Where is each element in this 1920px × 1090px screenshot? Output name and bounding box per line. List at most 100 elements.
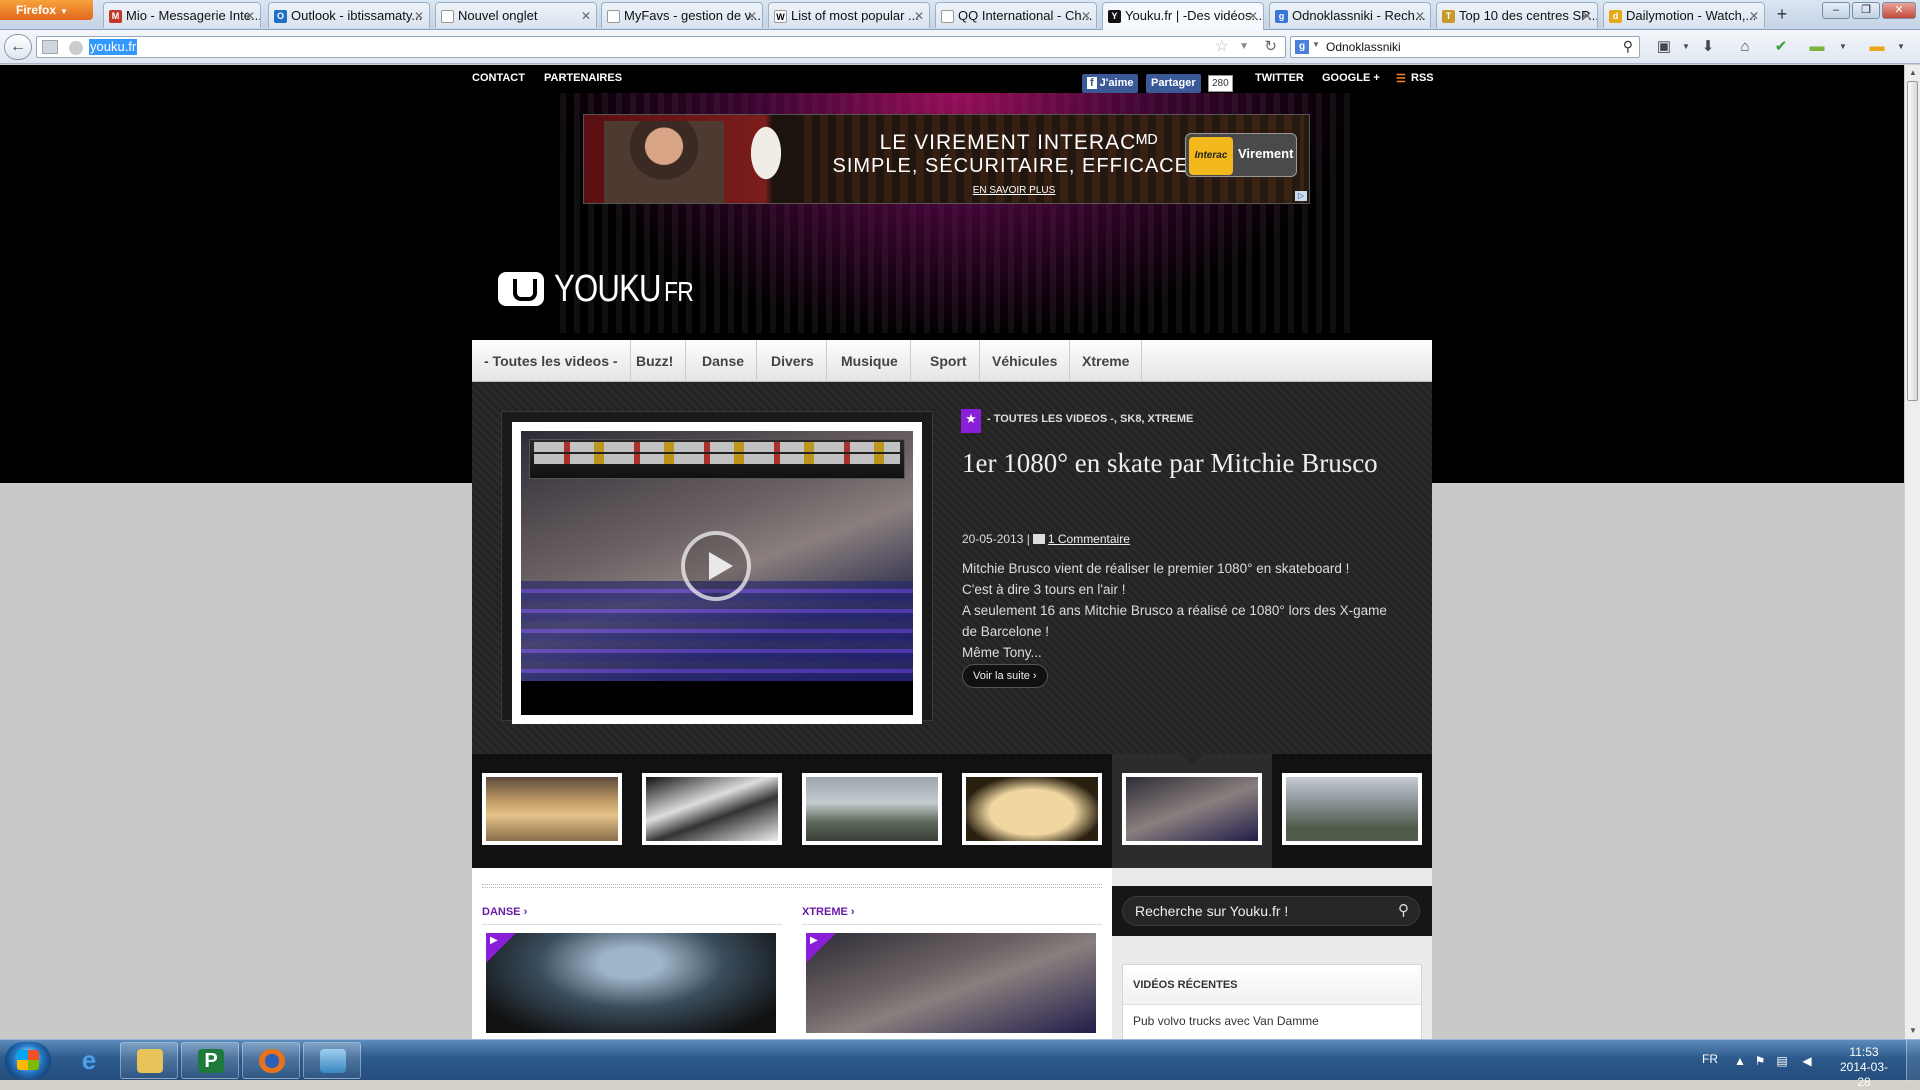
action-center-flag-icon[interactable]: ⚑	[1753, 1054, 1767, 1068]
browser-tab[interactable]: Nouvel onglet ✕	[435, 2, 597, 28]
nav-item-musique[interactable]: Musique	[829, 340, 911, 382]
browser-tab[interactable]: O Outlook - ibtissamaty... ✕	[268, 2, 430, 28]
addon-icon-orange[interactable]: ▬	[1866, 38, 1888, 56]
site-identity-icon[interactable]	[69, 41, 83, 55]
recent-video-link[interactable]: Pub volvo trucks avec Van Damme	[1123, 1005, 1421, 1037]
bookmarks-dropdown-icon[interactable]: ▼	[1675, 38, 1697, 56]
video-thumbnail[interactable]	[482, 773, 622, 845]
close-tab-icon[interactable]: ✕	[1081, 3, 1091, 28]
browser-tab-active[interactable]: Y Youku.fr | -Des vidéos... ✕	[1102, 2, 1264, 30]
search-icon[interactable]: ⚲	[1398, 897, 1409, 925]
browser-tab[interactable]: g Odnoklassniki - Rech... ✕	[1269, 2, 1431, 28]
taskbar-internet-explorer[interactable]: e	[60, 1042, 118, 1079]
browser-tab[interactable]: M Mio - Messagerie Inte... ✕	[103, 2, 261, 28]
partners-link[interactable]: PARTENAIRES	[544, 72, 622, 84]
featured-title[interactable]: 1er 1080° en skate par Mitchie Brusco	[962, 446, 1382, 480]
taskbar-app[interactable]	[303, 1042, 361, 1079]
search-icon[interactable]: ⚲	[1623, 38, 1633, 55]
close-tab-icon[interactable]: ✕	[1582, 3, 1592, 28]
close-tab-icon[interactable]: ✕	[1749, 3, 1759, 28]
ad-interac-button[interactable]: Interac Virement	[1185, 133, 1297, 177]
read-more-button[interactable]: Voir la suite ›	[962, 664, 1048, 688]
search-bar[interactable]: g ▼ Odnoklassniki ⚲	[1290, 36, 1640, 58]
nav-item-danse[interactable]: Danse	[690, 340, 758, 382]
close-tab-icon[interactable]: ✕	[1248, 3, 1258, 29]
xtreme-video-card[interactable]: ▶	[806, 933, 1096, 1033]
browser-tab[interactable]: W List of most popular ... ✕	[768, 2, 930, 28]
close-tab-icon[interactable]: ✕	[245, 3, 255, 28]
addon-icon[interactable]: ▬	[1806, 38, 1828, 56]
language-indicator[interactable]: FR	[1702, 1052, 1718, 1066]
back-button[interactable]: ←	[4, 34, 32, 60]
facebook-like-button[interactable]: f J'aime	[1082, 74, 1139, 93]
video-thumbnail[interactable]	[802, 773, 942, 845]
search-bar-value[interactable]: Odnoklassniki	[1326, 40, 1401, 54]
addon-dropdown-icon[interactable]: ▼	[1890, 38, 1912, 56]
browser-tab[interactable]: QQ International - Ch... ✕	[935, 2, 1097, 28]
featured-categories[interactable]: - TOUTES LES VIDEOS -, SK8, XTREME	[987, 413, 1193, 425]
danse-section-heading[interactable]: DANSE ›	[482, 906, 527, 918]
danse-video-card[interactable]: ▶	[486, 933, 776, 1033]
video-thumbnail[interactable]	[962, 773, 1102, 845]
taskbar-publisher[interactable]: P	[181, 1042, 239, 1079]
url-text[interactable]: youku.fr	[89, 39, 138, 55]
browser-tab[interactable]: d Dailymotion - Watch,... ✕	[1603, 2, 1765, 28]
featured-video-player[interactable]	[512, 422, 922, 724]
new-tab-button[interactable]: +	[1770, 4, 1794, 26]
url-bar[interactable]: youku.fr ☆ ▼ ↻	[36, 36, 1286, 58]
nav-item-buzz[interactable]: Buzz!	[624, 340, 687, 382]
start-button[interactable]	[5, 1042, 51, 1079]
nav-item-all-videos[interactable]: - Toutes les videos -	[472, 340, 631, 382]
ad-choices-icon[interactable]: ▷	[1295, 191, 1307, 201]
volume-icon[interactable]: ◀	[1800, 1054, 1814, 1068]
ad-learn-more-link[interactable]: EN SAVOIR PLUS	[934, 185, 1094, 196]
facebook-share-button[interactable]: Partager	[1146, 74, 1201, 93]
site-search-input[interactable]: Recherche sur Youku.fr ! ⚲	[1122, 896, 1420, 926]
play-icon[interactable]	[681, 531, 751, 601]
show-desktop-button[interactable]	[1906, 1040, 1920, 1081]
downloads-icon[interactable]: ⬇	[1697, 38, 1719, 56]
featured-video-thumbnail[interactable]	[521, 431, 913, 681]
close-tab-icon[interactable]: ✕	[747, 3, 757, 28]
google-plus-link[interactable]: GOOGLE +	[1322, 72, 1380, 84]
maximize-button[interactable]: ❐	[1852, 2, 1880, 19]
taskbar-firefox[interactable]	[242, 1042, 300, 1079]
reload-icon[interactable]: ↻	[1264, 37, 1277, 57]
checkmark-addon-icon[interactable]: ✔	[1770, 38, 1792, 56]
google-engine-icon[interactable]: g	[1295, 40, 1309, 54]
minimize-button[interactable]: –	[1822, 2, 1850, 19]
home-icon[interactable]: ⌂	[1734, 38, 1756, 56]
rss-link[interactable]: RSS	[1411, 72, 1434, 84]
close-tab-icon[interactable]: ✕	[581, 3, 591, 28]
scroll-down-icon[interactable]: ▼	[1905, 1023, 1920, 1039]
firefox-menu-button[interactable]: Firefox ▼	[0, 0, 93, 20]
scroll-up-icon[interactable]: ▲	[1905, 65, 1920, 81]
browser-tab[interactable]: MyFavs - gestion de v... ✕	[601, 2, 763, 28]
interac-ad-banner[interactable]: LE VIREMENT INTERACᴹᴰ SIMPLE, SÉCURITAIR…	[583, 114, 1310, 204]
taskbar-file-explorer[interactable]	[120, 1042, 178, 1079]
nav-item-sport[interactable]: Sport	[918, 340, 980, 382]
addon-dropdown-icon[interactable]: ▼	[1832, 38, 1854, 56]
close-tab-icon[interactable]: ✕	[1415, 3, 1425, 28]
browser-tab[interactable]: T Top 10 des centres SP... ✕	[1436, 2, 1598, 28]
bookmark-star-icon[interactable]: ☆	[1215, 37, 1229, 57]
xtreme-section-heading[interactable]: XTREME ›	[802, 906, 855, 918]
page-scrollbar[interactable]: ▲ ▼	[1904, 65, 1920, 1039]
nav-item-vehicules[interactable]: Véhicules	[980, 340, 1071, 382]
engine-dropdown-icon[interactable]: ▼	[1312, 40, 1320, 49]
twitter-link[interactable]: TWITTER	[1255, 72, 1304, 84]
close-window-button[interactable]: ✕	[1882, 2, 1916, 19]
show-hidden-icons-icon[interactable]: ▲	[1733, 1054, 1747, 1068]
scrollbar-thumb[interactable]	[1907, 81, 1918, 401]
video-thumbnail[interactable]	[642, 773, 782, 845]
nav-item-xtreme[interactable]: Xtreme	[1070, 340, 1143, 382]
url-dropdown-icon[interactable]: ▼	[1239, 39, 1249, 55]
nav-item-divers[interactable]: Divers	[759, 340, 827, 382]
system-clock[interactable]: 11:53 2014-03-28	[1834, 1045, 1894, 1090]
video-thumbnail-active[interactable]	[1122, 773, 1262, 845]
network-icon[interactable]: ▤	[1775, 1054, 1789, 1068]
close-tab-icon[interactable]: ✕	[414, 3, 424, 28]
contact-link[interactable]: CONTACT	[472, 72, 525, 84]
rss-icon[interactable]: ☰	[1396, 72, 1406, 85]
video-thumbnail[interactable]	[1282, 773, 1422, 845]
